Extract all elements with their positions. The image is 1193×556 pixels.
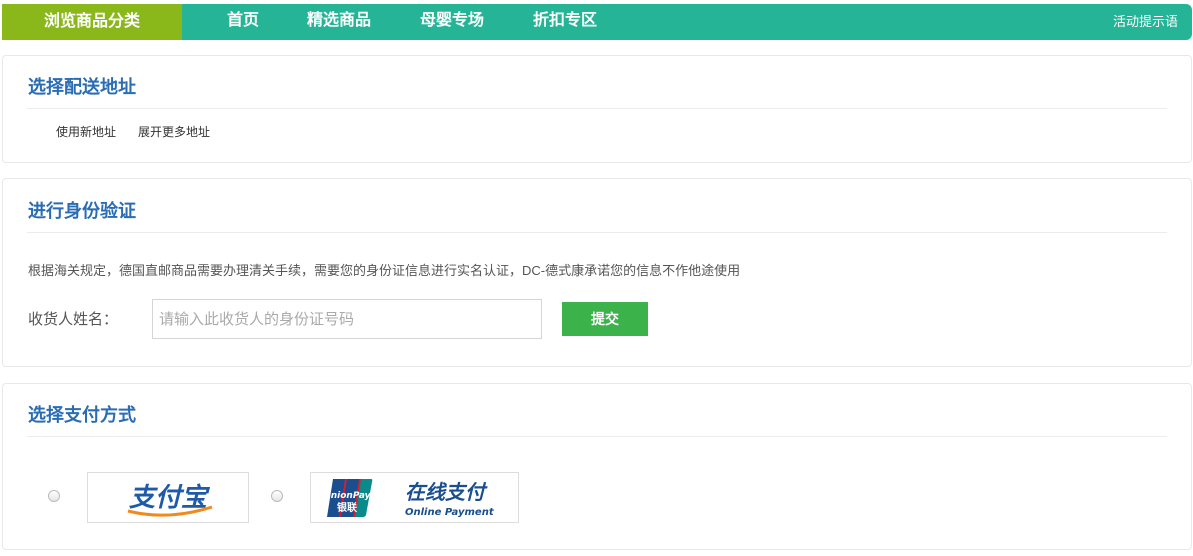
promo-tip: 活动提示语 <box>1112 14 1178 29</box>
unionpay-logo: UnionPay 银联 在线支付 Online Payment <box>323 479 495 518</box>
unionpay-sub-text: Online Payment <box>405 507 495 518</box>
unionpay-cn-text: 银联 <box>337 501 357 514</box>
nav-link-home[interactable]: 首页 <box>227 4 259 40</box>
unionpay-option[interactable]: UnionPay 银联 在线支付 Online Payment <box>310 472 519 523</box>
payment-panel: 选择支付方式 支付宝 UnionPay 银联 在线支付 Online Payme… <box>2 383 1192 550</box>
payment-divider <box>27 436 1167 437</box>
alipay-logo-text: 支付宝 <box>129 483 211 513</box>
id-number-input[interactable] <box>152 299 542 339</box>
customs-notice: 根据海关规定，德国直邮商品需要办理清关手续，需要您的身份证信息进行实名认证，DC… <box>28 263 741 278</box>
nav-link-discount[interactable]: 折扣专区 <box>533 4 597 40</box>
top-nav-bar: 浏览商品分类 首页 精选商品 母婴专场 折扣专区 活动提示语 <box>2 4 1192 40</box>
payment-title: 选择支付方式 <box>28 405 136 425</box>
identity-panel: 进行身份验证 根据海关规定，德国直邮商品需要办理清关手续，需要您的身份证信息进行… <box>2 178 1192 367</box>
use-new-address-link[interactable]: 使用新地址 <box>56 123 116 140</box>
unionpay-radio[interactable] <box>271 490 283 502</box>
unionpay-brand-text: UnionPay <box>323 491 371 501</box>
address-title: 选择配送地址 <box>28 77 136 97</box>
address-divider <box>27 108 1167 109</box>
nav-link-featured[interactable]: 精选商品 <box>307 4 371 40</box>
recipient-name-label: 收货人姓名： <box>28 311 119 328</box>
alipay-option[interactable]: 支付宝 <box>87 472 249 523</box>
alipay-logo: 支付宝 <box>127 483 213 517</box>
identity-title: 进行身份验证 <box>28 201 136 221</box>
address-panel: 选择配送地址 使用新地址 展开更多地址 <box>2 55 1192 163</box>
browse-categories-button[interactable]: 浏览商品分类 <box>2 4 182 40</box>
expand-more-addresses-link[interactable]: 展开更多地址 <box>138 123 210 140</box>
unionpay-title-text: 在线支付 <box>405 480 488 504</box>
nav-link-maternity[interactable]: 母婴专场 <box>420 4 484 40</box>
identity-divider <box>27 232 1167 233</box>
submit-button[interactable]: 提交 <box>562 302 648 336</box>
alipay-radio[interactable] <box>48 490 60 502</box>
